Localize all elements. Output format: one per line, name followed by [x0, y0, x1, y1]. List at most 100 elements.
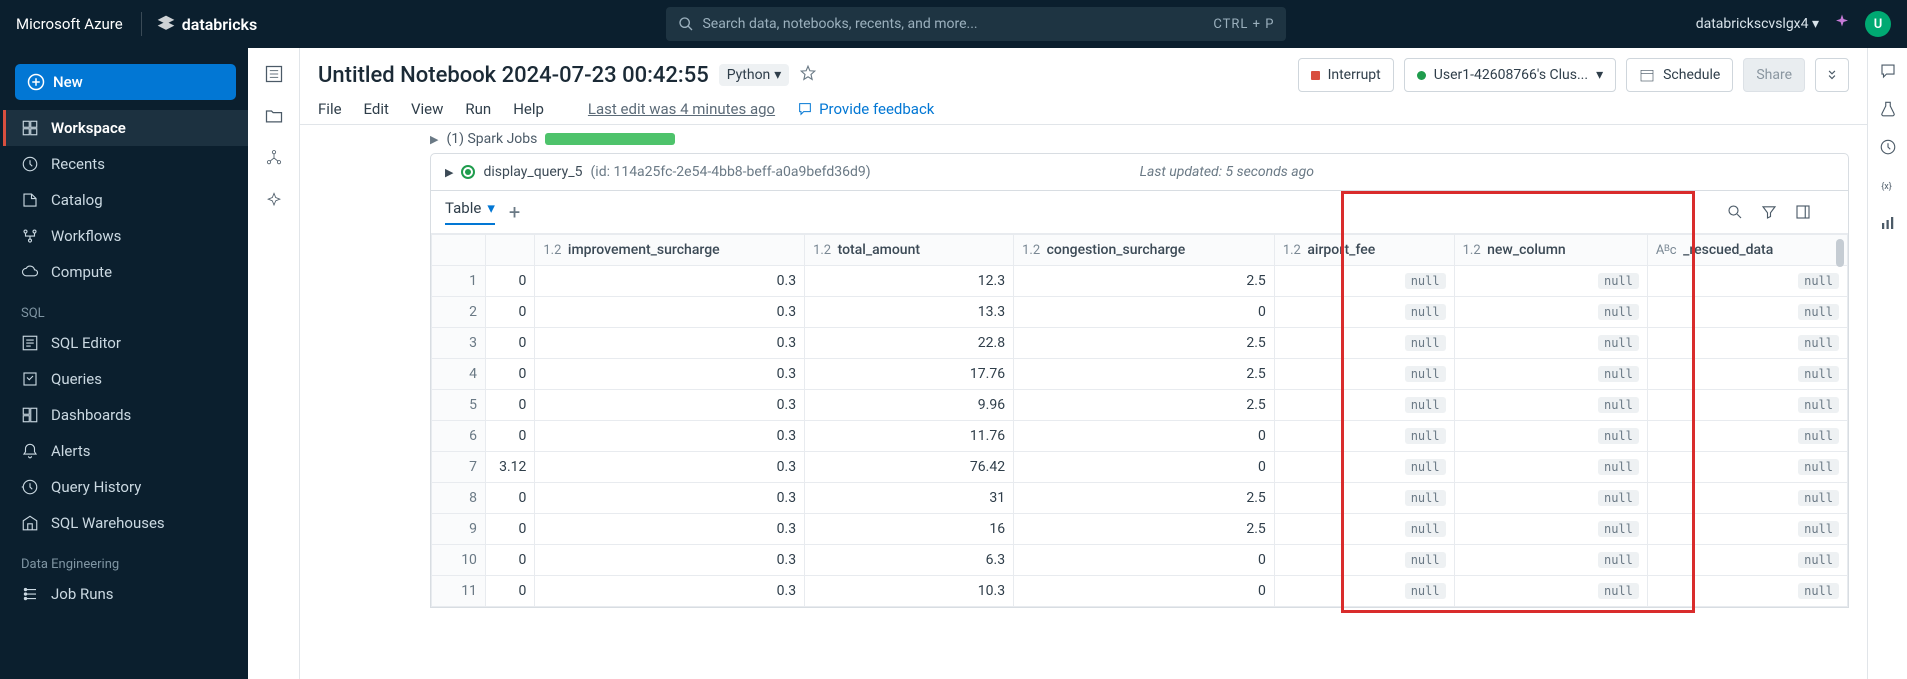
schema-icon[interactable]	[264, 148, 284, 168]
table-row[interactable]: 800.3312.5nullnullnull	[432, 483, 1848, 514]
comment-icon[interactable]	[1879, 62, 1897, 80]
interrupt-button[interactable]: Interrupt	[1298, 58, 1394, 92]
table-row[interactable]: 400.317.762.5nullnullnull	[432, 359, 1848, 390]
sidebar-item-label: Query History	[51, 478, 141, 496]
workspace-icon	[21, 119, 39, 137]
sidebar-item-workflows[interactable]: Workflows	[3, 218, 248, 254]
sidebar-item-job-runs[interactable]: Job Runs	[3, 576, 248, 612]
panel-icon[interactable]	[1794, 203, 1812, 221]
column-header[interactable]: 1.2 congestion_surcharge	[1014, 235, 1275, 266]
content: Untitled Notebook 2024-07-23 00:42:55 Py…	[300, 48, 1867, 679]
notebook-title[interactable]: Untitled Notebook 2024-07-23 00:42:55	[318, 63, 709, 88]
table-row[interactable]: 1100.310.30nullnullnull	[432, 576, 1848, 607]
table-row[interactable]: 900.3162.5nullnullnull	[432, 514, 1848, 545]
chart-icon[interactable]	[1879, 214, 1897, 232]
share-button[interactable]: Share	[1743, 58, 1805, 92]
catalog-icon	[21, 191, 39, 209]
menu-view[interactable]: View	[411, 100, 443, 118]
menu-help[interactable]: Help	[513, 100, 544, 118]
sidebar-item-dashboards[interactable]: Dashboards	[3, 397, 248, 433]
table-tabs: Table ▾ +	[431, 191, 1848, 234]
folder-icon[interactable]	[264, 106, 284, 126]
add-tab-button[interactable]: +	[509, 200, 520, 224]
column-header[interactable]: 1.2 total_amount	[805, 235, 1014, 266]
sidebar-item-label: Queries	[51, 370, 102, 388]
beaker-icon[interactable]	[1879, 100, 1897, 118]
feedback-link[interactable]: Provide feedback	[797, 100, 934, 118]
new-button[interactable]: New	[15, 64, 236, 100]
sparkle-icon[interactable]	[264, 190, 284, 210]
search-shortcut: CTRL + P	[1213, 17, 1274, 32]
sidebar-item-label: SQL Editor	[51, 334, 121, 352]
menu-edit[interactable]: Edit	[364, 100, 389, 118]
expand-button[interactable]	[1815, 58, 1849, 92]
right-rail: {x}	[1867, 48, 1907, 679]
cell-output: ▶ (1) Spark Jobs ▶ display_query_5 (id: …	[300, 125, 1867, 679]
product-name: databricks	[182, 15, 258, 34]
column-header[interactable]	[485, 235, 534, 266]
column-header[interactable]: 1.2 new_column	[1454, 235, 1647, 266]
search-icon[interactable]	[1726, 203, 1744, 221]
tab-table[interactable]: Table ▾	[445, 199, 495, 225]
language-selector[interactable]: Python ▾	[719, 64, 790, 86]
sidebar-item-label: Recents	[51, 155, 105, 173]
sidebar-item-alerts[interactable]: Alerts	[3, 433, 248, 469]
workspace-switcher[interactable]: databrickscvslgx4 ▾	[1696, 16, 1819, 32]
table-scrollbar[interactable]	[1836, 239, 1844, 267]
chevron-down-icon: ▾	[1596, 67, 1603, 83]
table-row[interactable]: 500.39.962.5nullnullnull	[432, 390, 1848, 421]
sidebar-item-label: Workflows	[51, 227, 121, 245]
global-search[interactable]: Search data, notebooks, recents, and mor…	[666, 7, 1286, 41]
sidebar-item-sql-editor[interactable]: SQL Editor	[3, 325, 248, 361]
query-name: display_query_5	[483, 164, 582, 180]
history-icon[interactable]	[1879, 138, 1897, 156]
sidebar-item-label: Workspace	[51, 119, 126, 137]
variable-icon[interactable]: {x}	[1879, 176, 1897, 194]
spark-jobs-row[interactable]: ▶ (1) Spark Jobs	[430, 125, 1849, 153]
spark-jobs-label: (1) Spark Jobs	[446, 131, 537, 147]
cloud-icon	[21, 263, 39, 281]
sidebar-item-query-history[interactable]: Query History	[3, 469, 248, 505]
query-id: (id: 114a25fc-2e54-4bb8-beff-a0a9befd36d…	[591, 164, 871, 180]
brand-separator	[141, 12, 142, 36]
menu-run[interactable]: Run	[465, 100, 491, 118]
sidebar-item-label: Catalog	[51, 191, 103, 209]
cluster-selector[interactable]: User1-42608766's Clus... ▾	[1404, 58, 1616, 92]
databricks-icon	[156, 14, 176, 34]
table-row[interactable]: 600.311.760nullnullnull	[432, 421, 1848, 452]
column-header[interactable]: Aᴮc _rescued_data	[1647, 235, 1847, 266]
assistant-icon[interactable]	[1833, 13, 1851, 35]
query-row[interactable]: ▶ display_query_5 (id: 114a25fc-2e54-4bb…	[430, 153, 1849, 191]
notebook-actions: Interrupt User1-42608766's Clus... ▾ Sch…	[1298, 58, 1849, 92]
toc-icon[interactable]	[264, 64, 284, 84]
last-edit-info[interactable]: Last edit was 4 minutes ago	[588, 100, 775, 118]
data-table: 1.2 improvement_surcharge1.2 total_amoun…	[431, 234, 1848, 607]
notebook-header: Untitled Notebook 2024-07-23 00:42:55 Py…	[300, 48, 1867, 125]
table-row[interactable]: 73.120.376.420nullnullnull	[432, 452, 1848, 483]
favorite-star[interactable]	[799, 64, 817, 86]
left-sidebar: New Workspace Recents Catalog Workflows Comp…	[0, 48, 248, 679]
last-updated: Last updated: 5 seconds ago	[1140, 164, 1314, 180]
databricks-logo[interactable]: databricks	[156, 14, 258, 34]
schedule-button[interactable]: Schedule	[1626, 58, 1733, 92]
sidebar-item-recents[interactable]: Recents	[3, 146, 248, 182]
column-header[interactable]: 1.2 airport_fee	[1274, 235, 1454, 266]
sidebar-item-compute[interactable]: Compute	[3, 254, 248, 290]
column-header[interactable]: 1.2 improvement_surcharge	[535, 235, 805, 266]
sidebar-item-workspace[interactable]: Workspace	[3, 110, 248, 146]
chevron-double-icon	[1825, 68, 1839, 82]
table-row[interactable]: 1000.36.30nullnullnull	[432, 545, 1848, 576]
sidebar-item-sql-warehouses[interactable]: SQL Warehouses	[3, 505, 248, 541]
history-icon	[21, 478, 39, 496]
table-row[interactable]: 300.322.82.5nullnullnull	[432, 328, 1848, 359]
sidebar-item-catalog[interactable]: Catalog	[3, 182, 248, 218]
filter-icon[interactable]	[1760, 203, 1778, 221]
topbar: Microsoft Azure databricks Search data, …	[0, 0, 1907, 48]
menu-file[interactable]: File	[318, 100, 342, 118]
user-avatar[interactable]: U	[1865, 11, 1891, 37]
table-row[interactable]: 100.312.32.5nullnullnull	[432, 266, 1848, 297]
table-row[interactable]: 200.313.30nullnullnull	[432, 297, 1848, 328]
sidebar-item-label: Dashboards	[51, 406, 131, 424]
sidebar-item-queries[interactable]: Queries	[3, 361, 248, 397]
plus-circle-icon	[27, 73, 45, 91]
